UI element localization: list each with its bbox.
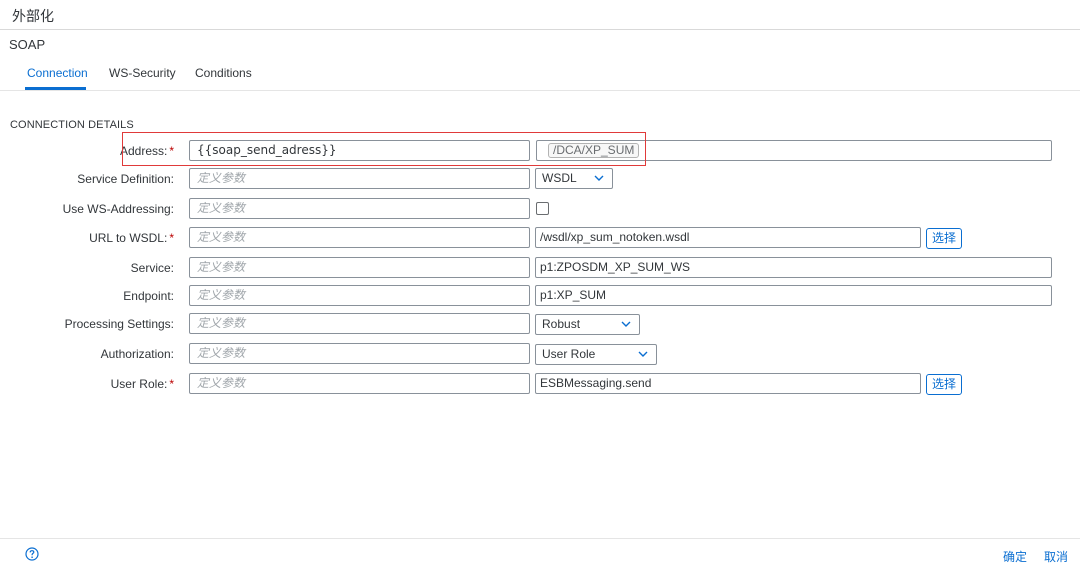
- use-ws-addressing-checkbox[interactable]: [536, 202, 549, 215]
- chevron-down-icon: [621, 321, 631, 327]
- adapter-type-label: SOAP: [9, 37, 46, 52]
- question-circle-icon[interactable]: [25, 547, 39, 561]
- required-marker: *: [169, 231, 174, 245]
- tab-bar: Connection WS-Security Conditions: [0, 58, 1080, 91]
- authorization-value: User Role: [542, 347, 596, 361]
- url-to-wsdl-label: URL to WSDL: *: [89, 231, 174, 245]
- service-value-input[interactable]: p1:ZPOSDM_XP_SUM_WS: [535, 257, 1052, 278]
- processing-settings-label: Processing Settings:: [64, 317, 174, 331]
- service-param-input[interactable]: 定义参数: [189, 257, 530, 278]
- section-title: CONNECTION DETAILS: [10, 119, 134, 131]
- address-param-input[interactable]: {{soap_send_adress}}: [189, 140, 530, 161]
- endpoint-value-input[interactable]: p1:XP_SUM: [535, 285, 1052, 306]
- chevron-down-icon: [594, 175, 604, 181]
- dialog-title: 外部化: [12, 9, 54, 25]
- url-to-wsdl-choose-button[interactable]: 选择: [926, 228, 962, 249]
- chevron-down-icon: [638, 351, 648, 357]
- tab-ws-security[interactable]: WS-Security: [109, 66, 176, 80]
- authorization-label: Authorization:: [100, 347, 174, 361]
- service-definition-label: Service Definition:: [77, 172, 174, 186]
- user-role-param-input[interactable]: 定义参数: [189, 373, 530, 394]
- required-marker: *: [169, 377, 174, 391]
- endpoint-label: Endpoint:: [123, 289, 174, 303]
- address-label: Address: *: [119, 144, 174, 158]
- use-ws-addressing-label: Use WS-Addressing:: [62, 202, 174, 216]
- ok-button[interactable]: 确定: [1003, 548, 1027, 565]
- dialog-footer: 确定 取消: [0, 538, 1080, 565]
- authorization-select[interactable]: User Role: [535, 344, 657, 365]
- required-marker: *: [169, 144, 174, 158]
- active-tab-indicator: [25, 87, 86, 90]
- tab-conditions[interactable]: Conditions: [195, 66, 252, 80]
- address-value-input[interactable]: /DCA/XP_SUM: [536, 140, 1052, 161]
- authorization-param-input[interactable]: 定义参数: [189, 343, 530, 364]
- service-label: Service:: [130, 261, 174, 275]
- processing-settings-select[interactable]: Robust: [535, 314, 640, 335]
- service-definition-value: WSDL: [542, 171, 577, 185]
- endpoint-param-input[interactable]: 定义参数: [189, 285, 530, 306]
- address-value-token[interactable]: /DCA/XP_SUM: [548, 143, 640, 158]
- cancel-button[interactable]: 取消: [1044, 548, 1068, 565]
- service-definition-select[interactable]: WSDL: [535, 168, 613, 189]
- processing-settings-value: Robust: [542, 317, 581, 331]
- url-to-wsdl-value-input[interactable]: /wsdl/xp_sum_notoken.wsdl: [535, 227, 921, 248]
- user-role-label: User Role: *: [110, 377, 174, 391]
- tab-connection[interactable]: Connection: [27, 66, 88, 80]
- user-role-value-input[interactable]: ESBMessaging.send: [535, 373, 921, 394]
- dialog-header: 外部化: [0, 0, 1080, 30]
- url-to-wsdl-param-input[interactable]: 定义参数: [189, 227, 530, 248]
- service-definition-param-input[interactable]: 定义参数: [189, 168, 530, 189]
- user-role-choose-button[interactable]: 选择: [926, 374, 962, 395]
- processing-settings-param-input[interactable]: 定义参数: [189, 313, 530, 334]
- use-ws-addressing-param-input[interactable]: 定义参数: [189, 198, 530, 219]
